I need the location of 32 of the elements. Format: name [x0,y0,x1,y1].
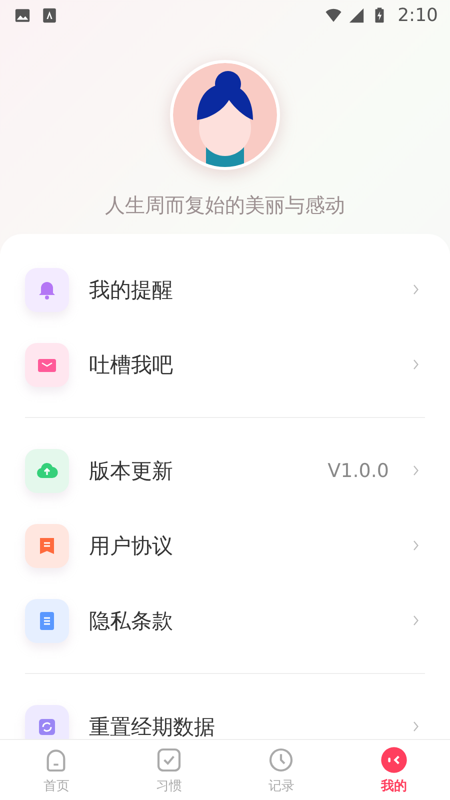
profile-icon [380,746,408,774]
menu-item[interactable]: 我的提醒 [25,252,425,327]
motto-text: 人生周而复始的美丽与感动 [105,192,345,219]
menu-item[interactable]: 用户协议 [25,508,425,583]
chevron-icon [411,283,420,296]
menu-item[interactable]: 版本更新 V1.0.0 [25,433,425,508]
chevron-icon [411,464,420,477]
chevron-icon [411,720,420,733]
clock-time: 2:10 [398,4,438,26]
menu-item[interactable]: 隐私条款 [25,583,425,658]
menu-label: 隐私条款 [89,608,174,634]
menu-item[interactable]: 吐槽我吧 [25,327,425,402]
envelope-icon [25,342,69,386]
bookmark-icon [25,524,69,568]
version-text: V1.0.0 [328,460,389,482]
document-icon [25,598,69,642]
image-icon [14,6,31,24]
menu-label: 版本更新 [89,458,174,484]
menu-label: 我的提醒 [89,276,174,304]
menu-label: 用户协议 [89,532,174,560]
cloud-upload-icon [25,448,69,492]
clock-icon [267,746,296,774]
signal-icon [348,6,365,24]
menu-label: 吐槽我吧 [89,352,174,378]
bell-icon [25,268,69,312]
wifi-icon [324,6,342,24]
chevron-icon [411,614,420,627]
keyboard-icon [41,6,58,24]
checkbox-icon [154,746,183,774]
menu-label: 重置经期数据 [89,714,216,739]
chevron-icon [411,358,420,371]
chevron-icon [411,539,420,552]
